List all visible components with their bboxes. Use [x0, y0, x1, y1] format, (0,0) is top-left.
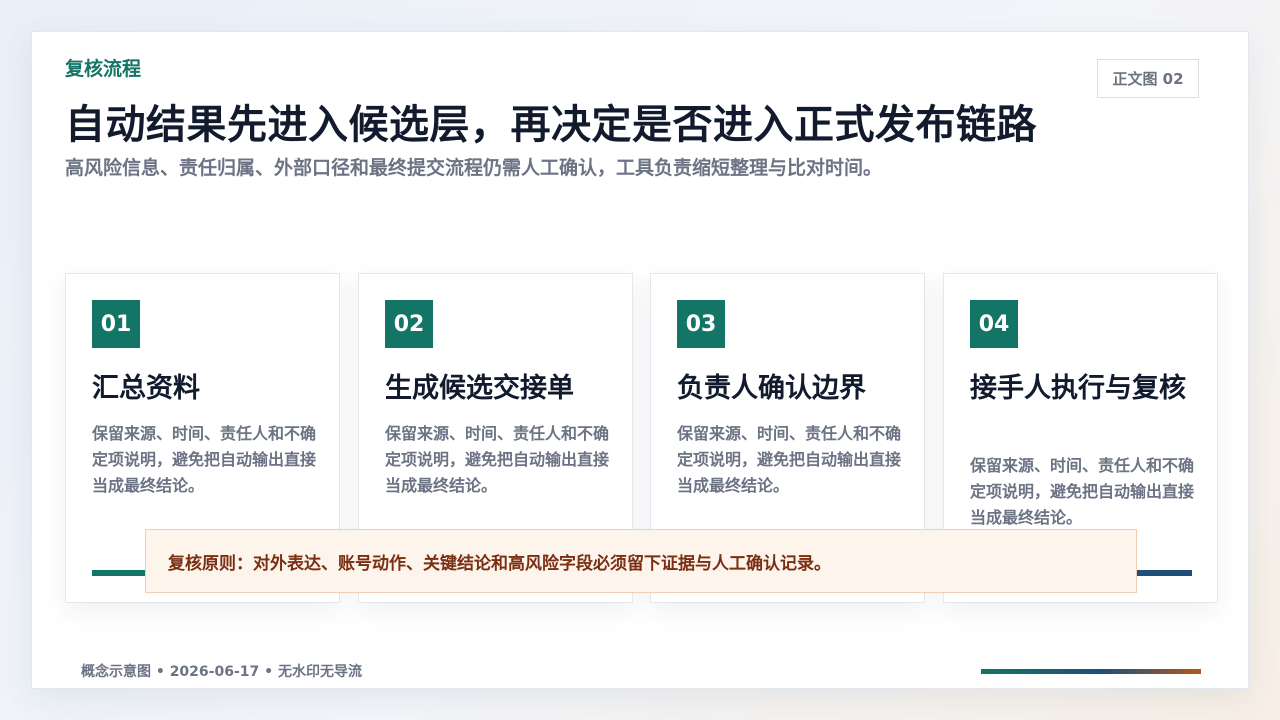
step-number-badge: 03: [677, 300, 725, 348]
footer-gradient-line: [981, 669, 1201, 674]
figure-tag: 正文图 02: [1097, 59, 1199, 98]
step-description: 保留来源、时间、责任人和不确定项说明，避免把自动输出直接当成最终结论。: [677, 424, 902, 495]
step-description: 保留来源、时间、责任人和不确定项说明，避免把自动输出直接当成最终结论。: [970, 456, 1195, 527]
step-description: 保留来源、时间、责任人和不确定项说明，避免把自动输出直接当成最终结论。: [385, 424, 610, 495]
page-subtitle: 高风险信息、责任归属、外部口径和最终提交流程仍需人工确认，工具负责缩短整理与比对…: [65, 157, 883, 179]
section-eyebrow: 复核流程: [65, 58, 142, 80]
slide-canvas: 复核流程 正文图 02 自动结果先进入候选层，再决定是否进入正式发布链路 高风险…: [31, 31, 1249, 689]
step-title: 生成候选交接单: [385, 373, 574, 404]
step-number-badge: 04: [970, 300, 1018, 348]
step-number-badge: 01: [92, 300, 140, 348]
step-title: 汇总资料: [92, 373, 200, 404]
step-title: 负责人确认边界: [677, 373, 866, 404]
footer-caption: 概念示意图 • 2026-06-17 • 无水印无导流: [81, 664, 362, 680]
review-principle-note: 复核原则：对外表达、账号动作、关键结论和高风险字段必须留下证据与人工确认记录。: [145, 529, 1137, 593]
step-number-badge: 02: [385, 300, 433, 348]
page-title: 自动结果先进入候选层，再决定是否进入正式发布链路: [65, 102, 1037, 148]
step-title: 接手人执行与复核: [970, 373, 1186, 404]
step-description: 保留来源、时间、责任人和不确定项说明，避免把自动输出直接当成最终结论。: [92, 424, 317, 495]
